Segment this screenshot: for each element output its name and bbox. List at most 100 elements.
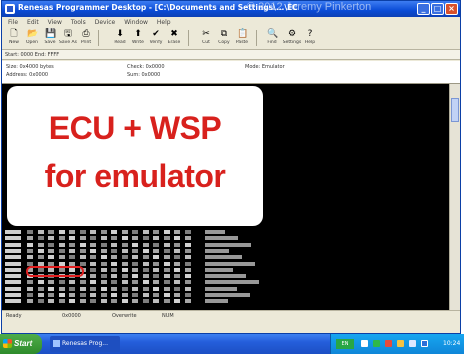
menu-device[interactable]: Device	[95, 19, 116, 26]
hex-byte	[174, 230, 180, 234]
hex-byte	[111, 293, 117, 297]
hex-address	[5, 261, 21, 266]
hex-byte	[69, 230, 75, 234]
hex-byte	[100, 299, 107, 304]
hex-byte	[132, 267, 138, 272]
copy-button[interactable]: ⧉ Copy	[216, 29, 232, 48]
antivirus-icon[interactable]	[385, 340, 392, 347]
start-button[interactable]: Start	[0, 334, 42, 354]
print-icon: ⎙	[82, 29, 90, 39]
hex-byte	[48, 242, 54, 247]
hex-byte	[153, 248, 159, 253]
hex-byte	[121, 230, 128, 234]
hex-byte	[58, 286, 65, 291]
hex-ascii	[205, 280, 259, 285]
hex-byte	[90, 299, 96, 304]
toolbar-separator	[98, 30, 99, 46]
title-bar[interactable]: Renesas Programmer Desktop - [C:\Documen…	[2, 1, 460, 17]
hex-byte	[142, 236, 149, 241]
new-button[interactable]: 🗋 New	[6, 29, 22, 48]
save-button[interactable]: 💾 Save	[42, 29, 58, 48]
help-button[interactable]: ? Help	[302, 29, 318, 48]
close-button[interactable]: ×	[445, 3, 458, 15]
hex-byte	[58, 248, 65, 253]
verify-button[interactable]: ✔ Verify	[148, 29, 164, 48]
print-button[interactable]: ⎙ Print	[78, 29, 94, 48]
save-icon: 💾	[45, 29, 57, 39]
hex-byte	[163, 242, 170, 247]
hex-byte	[174, 299, 180, 304]
menu-window[interactable]: Window	[124, 19, 148, 26]
hex-byte	[153, 261, 159, 266]
hex-ascii	[205, 293, 250, 297]
find-button[interactable]: 🔍 Find	[264, 29, 280, 48]
toolbar-separator	[188, 30, 189, 46]
settings-button[interactable]: ⚙ Settings	[283, 29, 301, 48]
hex-byte	[184, 230, 191, 234]
hex-byte	[90, 230, 96, 234]
hex-byte	[90, 274, 96, 279]
toolbar-label: Write	[132, 40, 144, 45]
open-button[interactable]: 📂 Open	[24, 29, 40, 48]
erase-icon: ✖	[170, 29, 178, 39]
minimize-button[interactable]: _	[417, 3, 430, 15]
paste-button[interactable]: 📋 Paste	[234, 29, 250, 48]
hex-byte	[37, 236, 44, 241]
taskbar-item-programmer[interactable]: Renesas Prog...	[50, 336, 120, 352]
cut-button[interactable]: ✂ Cut	[198, 29, 214, 48]
hex-byte	[111, 236, 117, 241]
security-icon[interactable]	[373, 340, 380, 347]
hex-byte	[100, 242, 107, 247]
hex-ascii	[205, 248, 229, 253]
new-icon: 🗋	[10, 29, 18, 39]
hex-byte	[27, 286, 33, 291]
save-as-button[interactable]: 🖫 Save As	[59, 29, 77, 48]
hex-byte	[174, 280, 180, 285]
read-icon: ⬇	[116, 29, 124, 39]
hex-byte	[90, 293, 96, 297]
hex-byte	[58, 255, 65, 260]
display-icon[interactable]	[421, 340, 428, 347]
hex-byte	[174, 261, 180, 266]
menu-tools[interactable]: Tools	[71, 19, 86, 26]
copy-icon: ⧉	[220, 29, 228, 39]
hex-byte	[121, 255, 128, 260]
hex-byte	[121, 236, 128, 241]
notification-icon[interactable]	[397, 340, 404, 347]
network-icon[interactable]	[361, 340, 368, 347]
menu-file[interactable]: File	[8, 19, 18, 26]
hex-byte	[27, 248, 33, 253]
hex-byte	[69, 236, 75, 241]
hex-byte	[121, 280, 128, 285]
hex-byte	[121, 267, 128, 272]
hex-byte	[48, 293, 54, 297]
hex-byte	[100, 236, 107, 241]
language-indicator[interactable]: EN	[336, 339, 354, 349]
volume-icon[interactable]	[409, 340, 416, 347]
menu-edit[interactable]: Edit	[27, 19, 39, 26]
vertical-scrollbar[interactable]	[449, 84, 460, 310]
menu-help[interactable]: Help	[157, 19, 171, 26]
windows-flag-icon	[3, 339, 12, 348]
hex-byte	[153, 286, 159, 291]
write-button[interactable]: ⬆ Write	[130, 29, 146, 48]
hex-byte	[69, 286, 75, 291]
hex-byte	[69, 280, 75, 285]
maximize-button[interactable]: □	[431, 3, 444, 15]
address-range-bar[interactable]: Start: 0000 End: FFFF	[2, 50, 460, 60]
menu-view[interactable]: View	[48, 19, 62, 26]
scrollbar-thumb[interactable]	[451, 98, 459, 122]
app-icon[interactable]	[5, 4, 15, 14]
toolbar-label: Erase	[167, 40, 181, 45]
copyright-watermark: © 2012 Jeremy Pinkerton	[247, 1, 372, 13]
hex-byte	[132, 236, 138, 241]
hex-ascii	[205, 230, 225, 234]
hex-byte	[111, 248, 117, 253]
hex-byte	[90, 248, 96, 253]
read-button[interactable]: ⬇ Read	[112, 29, 128, 48]
hex-byte	[132, 274, 138, 279]
erase-button[interactable]: ✖ Erase	[166, 29, 182, 48]
toolbar-label: Verify	[149, 40, 163, 45]
write-icon: ⬆	[134, 29, 142, 39]
clock[interactable]: 10:24	[443, 340, 460, 347]
